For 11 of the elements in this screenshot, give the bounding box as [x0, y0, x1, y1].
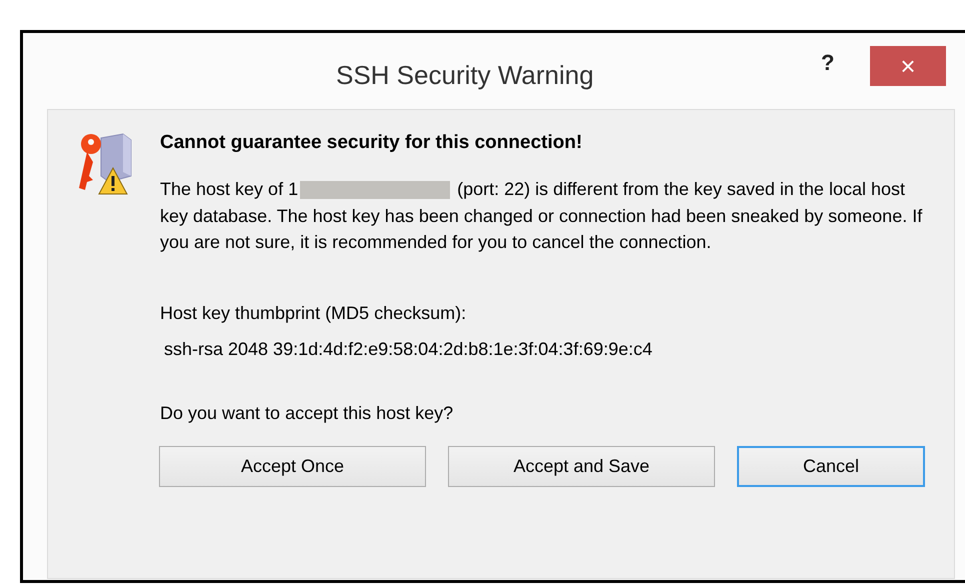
warning-message: The host key of 1 (port: 22) is different from the key saved in the local host key database. The host key has been changed or connection had been sneaked by someone. If you are not sure, it is recommended for you to cancel the connection.	[160, 178, 924, 254]
warning-heading: Cannot guarantee security for this connection!	[160, 131, 584, 155]
thumbprint-value: ssh-rsa 2048 39:1d:4d:f2:e9:58:04:2d:b8:1e:3f:04:3f:69:9e:c4	[164, 338, 654, 360]
dialog-button[interactable]: Accept and Save	[448, 446, 715, 486]
dialog-button[interactable]: Accept Once	[159, 446, 426, 486]
dialog-button[interactable]: Cancel	[737, 446, 925, 486]
thumbprint-label: Host key thumbprint (MD5 checksum):	[160, 302, 468, 325]
help-button[interactable]: ?	[821, 46, 834, 79]
window-title: SSH Security Warning	[336, 59, 594, 92]
accept-question: Do you want to accept this host key?	[160, 402, 454, 425]
close-button[interactable]: ×	[870, 46, 946, 86]
